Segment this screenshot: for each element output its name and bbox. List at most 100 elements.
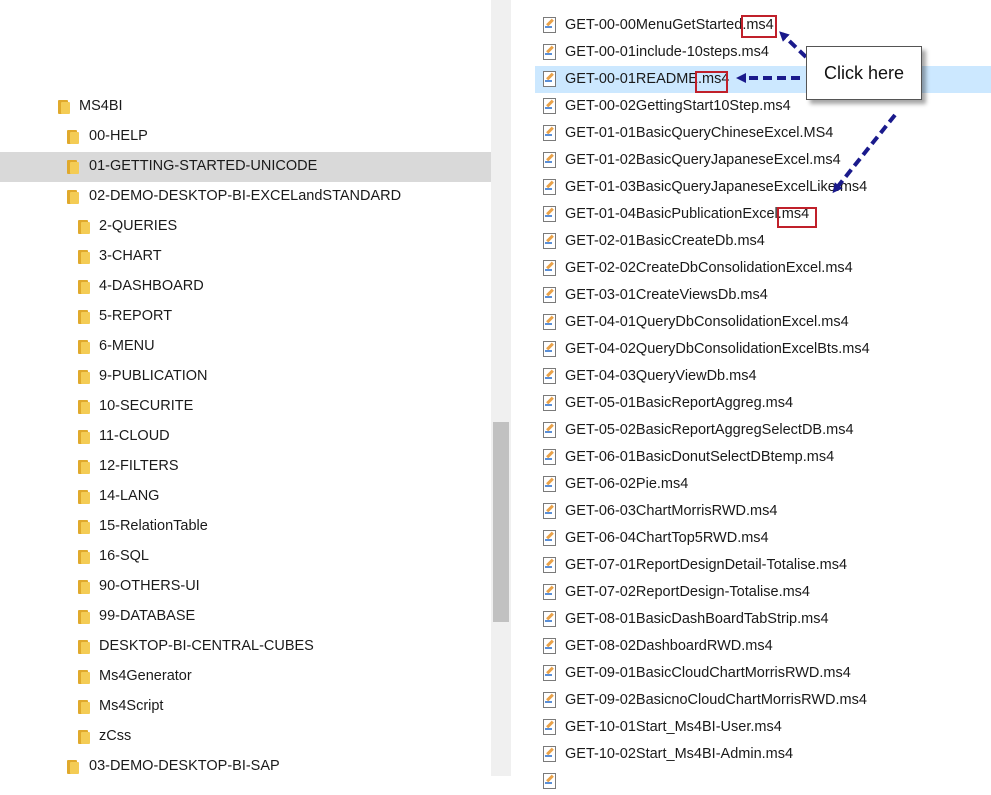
folder-icon	[78, 220, 90, 234]
file-row[interactable]: GET-00-01include-10steps.ms4	[535, 39, 991, 66]
folder-tree-pane: MS4BI 00-HELP 01-GETTING-STARTED-UNICODE…	[0, 0, 491, 776]
tree-item-9-publication[interactable]: 9-PUBLICATION	[0, 362, 491, 392]
tree-item-16-sql[interactable]: 16-SQL	[0, 542, 491, 572]
tree-item-label: 10-SECURITE	[99, 398, 194, 414]
tree-item-10-securite[interactable]: 10-SECURITE	[0, 392, 491, 422]
file-row[interactable]: GET-05-02BasicReportAggregSelectDB.ms4	[535, 417, 991, 444]
tree-item-14-lang[interactable]: 14-LANG	[0, 482, 491, 512]
file-row[interactable]: GET-08-01BasicDashBoardTabStrip.ms4	[535, 606, 991, 633]
file-name: GET-04-02QueryDbConsolidationExcelBts.ms…	[565, 341, 870, 357]
file-row[interactable]: GET-10-01Start_Ms4BI-User.ms4	[535, 714, 991, 741]
tree-item-02-demo-desktop-bi-excelandstandard[interactable]: 02-DEMO-DESKTOP-BI-EXCELandSTANDARD	[0, 182, 491, 212]
file-name: GET-01-04BasicPublicationExcel.ms4	[565, 206, 810, 222]
file-row[interactable]: GET-00-02GettingStart10Step.ms4	[535, 93, 991, 120]
file-name: GET-10-01Start_Ms4BI-User.ms4	[565, 719, 782, 735]
ms4-file-icon	[543, 611, 556, 627]
file-row-partial[interactable]	[535, 768, 991, 795]
ms4-file-icon	[543, 71, 556, 87]
file-name: GET-05-01BasicReportAggreg.ms4	[565, 395, 794, 411]
folder-icon	[67, 160, 79, 174]
folder-icon	[67, 130, 79, 144]
file-row-selected[interactable]: GET-00-01README.ms4	[535, 66, 991, 93]
tree-item-99-database[interactable]: 99-DATABASE	[0, 602, 491, 632]
tree-item-01-getting-started-unicode[interactable]: 01-GETTING-STARTED-UNICODE	[0, 152, 491, 182]
file-row[interactable]: GET-10-02Start_Ms4BI-Admin.ms4	[535, 741, 991, 768]
file-row[interactable]: GET-02-02CreateDbConsolidationExcel.ms4	[535, 255, 991, 282]
file-row[interactable]: GET-09-01BasicCloudChartMorrisRWD.ms4	[535, 660, 991, 687]
file-name: GET-01-02BasicQueryJapaneseExcel.ms4	[565, 152, 841, 168]
file-row[interactable]: GET-06-01BasicDonutSelectDBtemp.ms4	[535, 444, 991, 471]
ms4-file-icon	[543, 746, 556, 762]
tree-item-03-demo-desktop-bi-sap[interactable]: 03-DEMO-DESKTOP-BI-SAP	[0, 752, 491, 782]
file-row[interactable]: GET-01-02BasicQueryJapaneseExcel.ms4	[535, 147, 991, 174]
tree-item-label: 6-MENU	[99, 338, 155, 354]
tree-item-2-queries[interactable]: 2-QUERIES	[0, 212, 491, 242]
folder-icon	[78, 280, 90, 294]
scrollbar-thumb[interactable]	[493, 422, 509, 622]
tree-item-label: Ms4Generator	[99, 668, 192, 684]
file-row[interactable]: GET-07-01ReportDesignDetail-Totalise.ms4	[535, 552, 991, 579]
folder-icon	[78, 490, 90, 504]
file-row[interactable]: GET-04-01QueryDbConsolidationExcel.ms4	[535, 309, 991, 336]
tree-item-5-report[interactable]: 5-REPORT	[0, 302, 491, 332]
file-row[interactable]: GET-09-02BasicnoCloudChartMorrisRWD.ms4	[535, 687, 991, 714]
ms4-file-icon	[543, 449, 556, 465]
tree-item-label: Ms4Script	[99, 698, 164, 714]
tree-item-ms4bi[interactable]: MS4BI	[0, 92, 491, 122]
file-row[interactable]: GET-06-02Pie.ms4	[535, 471, 991, 498]
tree-item-ms4script[interactable]: Ms4Script	[0, 692, 491, 722]
tree-item-label: 03-DEMO-DESKTOP-BI-SAP	[89, 758, 280, 774]
folder-icon	[67, 760, 79, 774]
tree-item-4-dashboard[interactable]: 4-DASHBOARD	[0, 272, 491, 302]
file-row[interactable]: GET-01-03BasicQueryJapaneseExcelLike.ms4	[535, 174, 991, 201]
file-row[interactable]: GET-06-04ChartTop5RWD.ms4	[535, 525, 991, 552]
tree-scrollbar[interactable]	[491, 0, 511, 776]
tree-item-label: 11-CLOUD	[99, 428, 170, 444]
file-row[interactable]: GET-01-01BasicQueryChineseExcel.MS4	[535, 120, 991, 147]
tree-item-00-help[interactable]: 00-HELP	[0, 122, 491, 152]
folder-icon	[67, 190, 79, 204]
file-row[interactable]: GET-06-03ChartMorrisRWD.ms4	[535, 498, 991, 525]
tree-item-15-relationtable[interactable]: 15-RelationTable	[0, 512, 491, 542]
extension-highlight-box	[777, 207, 817, 228]
tree-item-6-menu[interactable]: 6-MENU	[0, 332, 491, 362]
file-row[interactable]: GET-05-01BasicReportAggreg.ms4	[535, 390, 991, 417]
ms4-file-icon	[543, 341, 556, 357]
folder-icon	[78, 670, 90, 684]
file-row[interactable]: GET-08-02DashboardRWD.ms4	[535, 633, 991, 660]
ms4-file-icon	[543, 503, 556, 519]
tree-item-desktop-bi-central-cubes[interactable]: DESKTOP-BI-CENTRAL-CUBES	[0, 632, 491, 662]
file-row[interactable]: GET-04-03QueryViewDb.ms4	[535, 363, 991, 390]
file-name: GET-09-02BasicnoCloudChartMorrisRWD.ms4	[565, 692, 867, 708]
tree-item-90-others-ui[interactable]: 90-OTHERS-UI	[0, 572, 491, 602]
click-here-callout: Click here	[806, 46, 922, 100]
file-row[interactable]: GET-01-04BasicPublicationExcel.ms4	[535, 201, 991, 228]
folder-icon	[58, 100, 70, 114]
ms4-file-icon	[543, 17, 556, 33]
ms4-file-icon	[543, 287, 556, 303]
tree-item-label: 9-PUBLICATION	[99, 368, 208, 384]
ms4-file-icon	[543, 179, 556, 195]
ms4-file-icon	[543, 98, 556, 114]
ms4-file-icon	[543, 233, 556, 249]
file-row[interactable]: GET-03-01CreateViewsDb.ms4	[535, 282, 991, 309]
file-name: GET-00-01include-10steps.ms4	[565, 44, 769, 60]
callout-text: Click here	[823, 63, 905, 83]
ms4-file-icon	[543, 422, 556, 438]
file-row[interactable]: GET-02-01BasicCreateDb.ms4	[535, 228, 991, 255]
file-name: GET-01-01BasicQueryChineseExcel.MS4	[565, 125, 834, 141]
folder-icon	[78, 250, 90, 264]
tree-item-ms4generator[interactable]: Ms4Generator	[0, 662, 491, 692]
file-row[interactable]: GET-07-02ReportDesign-Totalise.ms4	[535, 579, 991, 606]
tree-item-12-filters[interactable]: 12-FILTERS	[0, 452, 491, 482]
tree-item-11-cloud[interactable]: 11-CLOUD	[0, 422, 491, 452]
tree-item-3-chart[interactable]: 3-CHART	[0, 242, 491, 272]
tree-item-label: 01-GETTING-STARTED-UNICODE	[89, 158, 318, 174]
tree-item-label: 12-FILTERS	[99, 458, 179, 474]
ms4-file-icon	[543, 314, 556, 330]
tree-item-zcss[interactable]: zCss	[0, 722, 491, 752]
file-name: GET-09-01BasicCloudChartMorrisRWD.ms4	[565, 665, 851, 681]
file-row[interactable]: GET-04-02QueryDbConsolidationExcelBts.ms…	[535, 336, 991, 363]
folder-icon	[78, 550, 90, 564]
ms4-file-icon	[543, 773, 556, 789]
